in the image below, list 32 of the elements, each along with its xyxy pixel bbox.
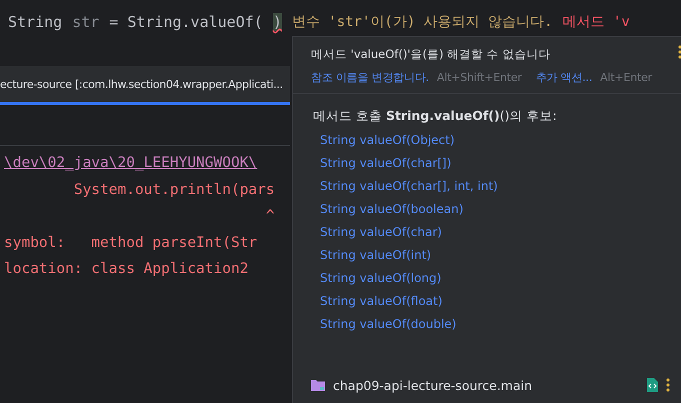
inline-hint: 변수 'str'이(가) 사용되지 않습니다. — [292, 13, 553, 31]
console-error-line: System.out.println(pars — [72, 180, 276, 200]
candidate-method[interactable]: String valueOf(char) — [313, 221, 681, 244]
folder-icon — [311, 379, 325, 391]
code-text: = String.valueOf( — [109, 13, 263, 31]
candidate-method[interactable]: String valueOf(double) — [313, 313, 681, 336]
module-name: chap09-api-lecture-source.main — [333, 378, 534, 392]
candidate-method[interactable]: String valueOf(float) — [313, 290, 681, 313]
run-tab[interactable]: ecture-source [:com.lhw.section04.wrapper.Applicati... — [0, 66, 290, 105]
candidate-method[interactable]: String valueOf(char[]) — [313, 152, 681, 175]
more-icon[interactable] — [666, 378, 670, 392]
error-message: 메서드 'valueOf()'을(를) 해결할 수 없습니다 — [311, 47, 550, 62]
code-text: String — [8, 13, 62, 31]
console-error-line: location: class Application2 — [3, 260, 250, 279]
action-link[interactable]: 참조 이름을 변경합니다. — [311, 70, 429, 85]
candidate-method[interactable]: String valueOf(long) — [313, 267, 681, 290]
inline-hint: 메서드 'v — [562, 13, 630, 31]
candidate-method[interactable]: String valueOf(int) — [313, 244, 681, 267]
candidate-method[interactable]: String valueOf(Object) — [313, 129, 681, 152]
code-text: str — [72, 13, 100, 31]
console-error-line: ^ — [264, 207, 276, 226]
candidate-method[interactable]: String valueOf(char[], int, int) — [313, 175, 681, 198]
file-icon[interactable] — [647, 378, 658, 392]
candidate-method[interactable]: String valueOf(boolean) — [313, 198, 681, 221]
shortcut-hint: Alt+Enter — [600, 71, 652, 84]
more-icon[interactable] — [678, 45, 681, 59]
console-error-line: symbol: method parseInt(Str — [3, 234, 258, 252]
code-text: ) — [272, 13, 282, 31]
action-link[interactable]: 추가 액션... — [536, 70, 592, 85]
file-path-link[interactable]: \dev\02_java\20_LEEHYUNGWOOK\ — [0, 150, 290, 176]
candidates-title: 메서드 호출 String.valueOf()()의 후보: — [313, 108, 558, 125]
shortcut-hint: Alt+Shift+Enter — [436, 71, 522, 84]
